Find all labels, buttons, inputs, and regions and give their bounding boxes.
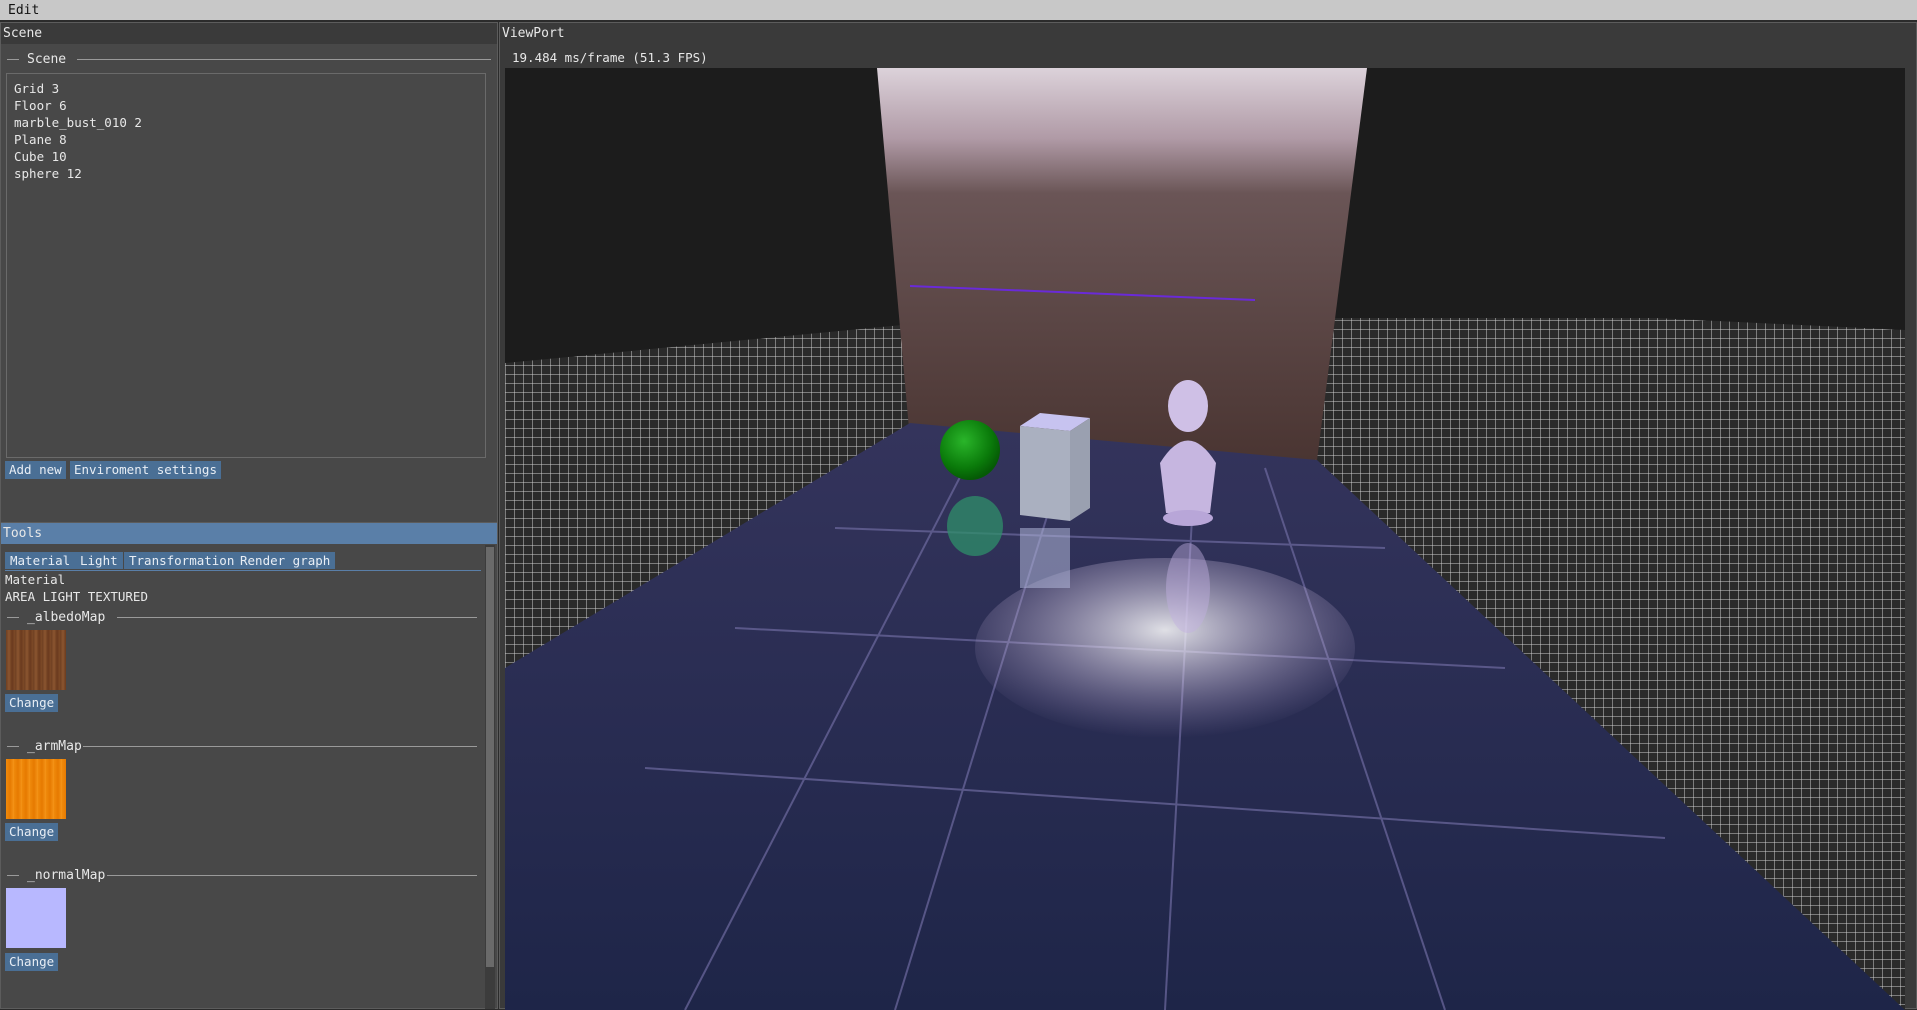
- environment-settings-button[interactable]: Enviroment settings: [70, 461, 221, 479]
- cube-front: [1020, 426, 1070, 521]
- viewport-window: ViewPort 19.484 ms/frame (51.3 FPS): [499, 22, 1917, 1010]
- menu-bar: Edit: [0, 0, 1917, 20]
- separator-line: [83, 746, 477, 747]
- bust-head: [1168, 380, 1208, 432]
- separator-dash: [7, 875, 19, 876]
- scene-item-sphere[interactable]: sphere 12: [14, 166, 82, 181]
- viewport-window-title: ViewPort: [502, 26, 565, 41]
- separator-dash: [7, 617, 19, 618]
- fps-readout: 19.484 ms/frame (51.3 FPS): [512, 50, 708, 65]
- tools-tab-bar: Material Light Transformation Render gra…: [5, 550, 481, 571]
- tab-transformation[interactable]: Transformation: [124, 552, 240, 569]
- scene-section-header: Scene: [7, 52, 491, 67]
- scene-item-floor[interactable]: Floor 6: [14, 98, 67, 113]
- arm-map-label: _armMap: [27, 739, 82, 754]
- scene-object-list[interactable]: Grid 3 Floor 6 marble_bust_010 2 Plane 8…: [6, 73, 486, 458]
- bust-reflection: [1166, 543, 1210, 633]
- scene-section-label: Scene: [27, 52, 67, 67]
- scene-window-title: Scene: [3, 26, 43, 41]
- arm-map-thumbnail: [6, 759, 66, 819]
- tab-render-graph[interactable]: Render graph: [235, 552, 336, 569]
- tools-window: Tools Material Light Transformation Rend…: [0, 522, 498, 1009]
- normal-change-button[interactable]: Change: [5, 953, 59, 971]
- tools-window-title: Tools: [3, 526, 43, 541]
- albedo-map-label: _albedoMap: [27, 610, 106, 625]
- albedo-map-header: _albedoMap: [7, 610, 477, 625]
- green-sphere: [940, 420, 1000, 480]
- scene-item-plane[interactable]: Plane 8: [14, 132, 67, 147]
- cube-reflection: [1020, 528, 1070, 588]
- viewport-window-titlebar[interactable]: ViewPort: [500, 23, 1916, 44]
- arm-map-header: _armMap: [7, 739, 477, 754]
- albedo-change-button[interactable]: Change: [5, 694, 59, 712]
- tab-light[interactable]: Light: [75, 552, 123, 569]
- scene-item-cube[interactable]: Cube 10: [14, 149, 67, 164]
- separator-dash: [7, 59, 19, 60]
- material-name: AREA LIGHT TEXTURED: [5, 589, 148, 604]
- sphere-reflection: [947, 496, 1003, 556]
- menu-edit[interactable]: Edit: [8, 3, 39, 18]
- scene-window-titlebar[interactable]: Scene: [1, 23, 497, 44]
- render-canvas[interactable]: [505, 68, 1905, 1010]
- scene-item-grid[interactable]: Grid 3: [14, 81, 59, 96]
- cube-side: [1070, 418, 1090, 521]
- normal-map-header: _normalMap: [7, 868, 477, 883]
- separator-line: [77, 59, 491, 60]
- separator-line: [107, 875, 477, 876]
- material-label: Material: [5, 572, 66, 587]
- add-new-button[interactable]: Add new: [5, 461, 66, 479]
- render-scene: [505, 68, 1905, 1010]
- normal-map-thumbnail: [6, 888, 66, 948]
- tools-window-titlebar[interactable]: Tools: [1, 523, 497, 544]
- back-wall: [877, 68, 1367, 460]
- tools-scrollbar-thumb[interactable]: [486, 547, 494, 967]
- bust-base: [1163, 510, 1213, 526]
- scene-window: Scene Scene Grid 3 Floor 6 marble_bust_0…: [0, 22, 498, 527]
- tools-scrollbar[interactable]: [485, 545, 495, 1009]
- arm-change-button[interactable]: Change: [5, 823, 59, 841]
- separator-dash: [7, 746, 19, 747]
- scene-item-marble-bust[interactable]: marble_bust_010 2: [14, 115, 142, 130]
- normal-map-label: _normalMap: [27, 868, 106, 883]
- separator-line: [117, 617, 477, 618]
- tab-material[interactable]: Material: [5, 552, 76, 569]
- albedo-map-thumbnail: [6, 630, 66, 690]
